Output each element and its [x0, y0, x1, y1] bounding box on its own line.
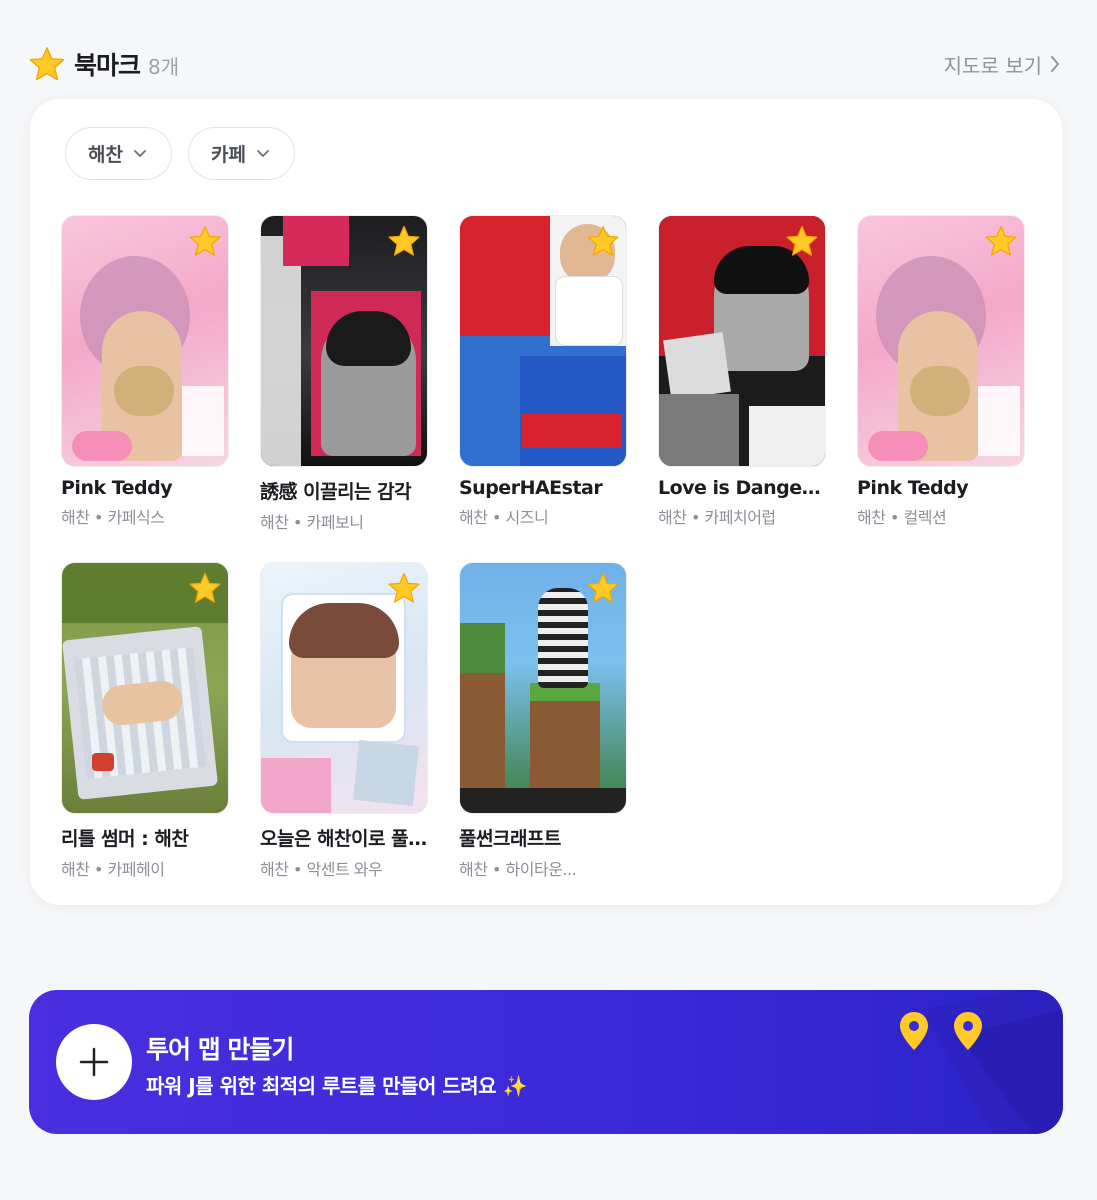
chevron-down-icon: [257, 149, 269, 157]
add-button[interactable]: [56, 1024, 132, 1100]
bookmark-item[interactable]: 오늘은 해찬이로 풀... 해찬 • 악센트 와우: [260, 562, 428, 880]
view-map-label: 지도로 보기: [943, 53, 1042, 78]
banner-title: 투어 맵 만들기: [146, 1035, 294, 1064]
bookmark-title: 誘感 이끌리는 감각: [260, 481, 412, 503]
chevron-down-icon: [134, 149, 146, 157]
bookmark-header: 북마크 8개 지도로 보기: [28, 40, 1060, 88]
poster-image: [61, 215, 229, 467]
chevron-right-icon: [1051, 56, 1059, 72]
bookmark-star-icon[interactable]: [387, 571, 421, 605]
bookmark-item[interactable]: Pink Teddy 해찬 • 카페식스: [61, 215, 229, 533]
bookmark-count: 8개: [148, 55, 180, 79]
bookmark-subtitle: 해찬 • 카페식스: [61, 508, 165, 527]
map-pin-decoration: [900, 990, 1063, 1134]
filter-artist-dropdown[interactable]: 해찬: [65, 127, 172, 180]
bookmark-subtitle: 해찬 • 카페치어럽: [658, 508, 776, 527]
banner-subtitle: 파워 J를 위한 최적의 루트를 만들어 드려요 ✨: [146, 1074, 527, 1098]
bookmark-title: 오늘은 해찬이로 풀...: [260, 828, 428, 850]
filter-category-label: 카페: [210, 144, 246, 166]
poster-image: [61, 562, 229, 814]
bookmark-card: 해찬 카페 Pink Teddy 해찬 • 카페식스 誘感 이끌리는 감각 해찬…: [30, 99, 1062, 905]
bookmark-title: Love is Danger...: [658, 477, 826, 499]
create-tour-map-banner[interactable]: 투어 맵 만들기 파워 J를 위한 최적의 루트를 만들어 드려요 ✨: [29, 990, 1063, 1134]
bookmark-star-icon[interactable]: [984, 224, 1018, 258]
poster-image: [260, 215, 428, 467]
bookmark-subtitle: 해찬 • 하이타운...: [459, 860, 577, 879]
bookmark-title: 풀썬크래프트: [459, 828, 561, 850]
page-title: 북마크: [74, 51, 141, 80]
bookmark-title: Pink Teddy: [61, 477, 173, 499]
bookmark-grid: Pink Teddy 해찬 • 카페식스 誘感 이끌리는 감각 해찬 • 카페보…: [61, 215, 1025, 880]
bookmark-star-icon[interactable]: [387, 224, 421, 258]
filter-artist-label: 해찬: [88, 144, 123, 166]
bookmark-item[interactable]: SuperHAEstar 해찬 • 시즈니: [459, 215, 627, 533]
bookmark-item[interactable]: 誘感 이끌리는 감각 해찬 • 카페보니: [260, 215, 428, 533]
bookmark-star-icon[interactable]: [586, 224, 620, 258]
bookmark-star-icon[interactable]: [785, 224, 819, 258]
bookmark-item[interactable]: Pink Teddy 해찬 • 컬렉션: [857, 215, 1025, 533]
map-pin-icon: [900, 1012, 928, 1050]
bookmark-star-icon[interactable]: [188, 571, 222, 605]
bookmark-subtitle: 해찬 • 시즈니: [459, 508, 549, 527]
poster-image: [260, 562, 428, 814]
poster-image: [857, 215, 1025, 467]
bookmark-subtitle: 해찬 • 컬렉션: [857, 508, 947, 527]
star-icon: [29, 47, 65, 81]
poster-image: [658, 215, 826, 467]
plus-icon: [79, 1047, 109, 1077]
bookmark-title: SuperHAEstar: [459, 477, 603, 499]
bookmark-item[interactable]: Love is Danger... 해찬 • 카페치어럽: [658, 215, 826, 533]
bookmark-title: Pink Teddy: [857, 477, 969, 499]
poster-image: [459, 215, 627, 467]
filter-category-dropdown[interactable]: 카페: [187, 127, 295, 180]
bookmark-star-icon[interactable]: [188, 224, 222, 258]
bookmark-title: 리틀 썸머 : 해찬: [61, 828, 189, 850]
bookmark-subtitle: 해찬 • 악센트 와우: [260, 860, 383, 879]
poster-image: [459, 562, 627, 814]
filter-bar: 해찬 카페: [65, 127, 295, 180]
bookmark-title-group: 북마크 8개: [28, 45, 179, 83]
bookmark-item[interactable]: 리틀 썸머 : 해찬 해찬 • 카페헤이: [61, 562, 229, 880]
bookmark-item[interactable]: 풀썬크래프트 해찬 • 하이타운...: [459, 562, 627, 880]
bookmark-subtitle: 해찬 • 카페헤이: [61, 860, 165, 879]
bookmark-subtitle: 해찬 • 카페보니: [260, 513, 364, 532]
bookmark-star-icon[interactable]: [586, 571, 620, 605]
view-map-link[interactable]: 지도로 보기: [944, 50, 1060, 79]
